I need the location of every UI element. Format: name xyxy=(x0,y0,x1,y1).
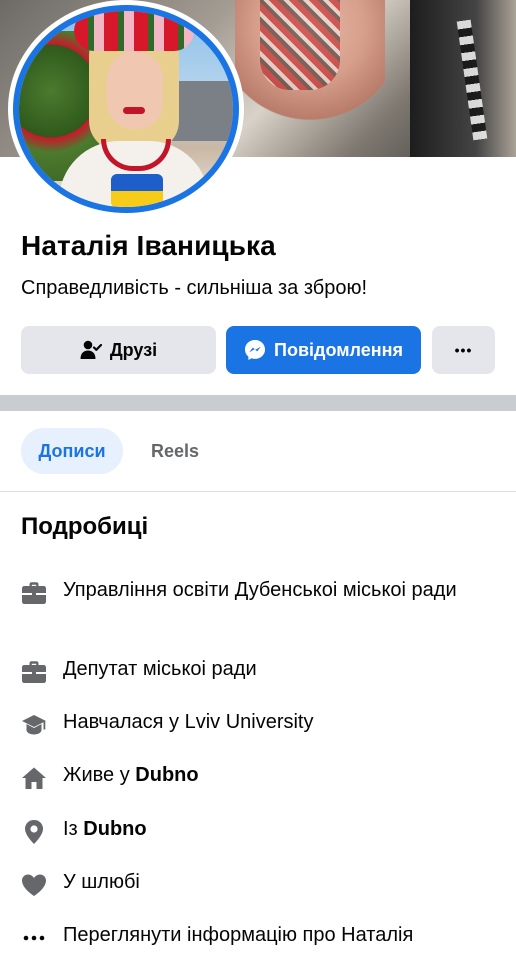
friends-button-label: Друзі xyxy=(109,339,158,360)
avatar-flower-wreath xyxy=(74,11,194,51)
details-heading: Подробиці xyxy=(21,513,149,540)
more-dots-icon xyxy=(21,925,47,951)
detail-row-lives-in[interactable]: Живе у Dubno xyxy=(21,762,501,791)
detail-text-prefix: Живе у xyxy=(63,764,136,786)
detail-row-work[interactable]: Депутат міськоі ради xyxy=(21,656,501,685)
detail-text: У шлюбі xyxy=(63,871,140,893)
tab-reels[interactable]: Reels xyxy=(132,428,218,474)
home-icon xyxy=(21,765,47,791)
more-dots-icon: ••• xyxy=(454,342,473,358)
message-button[interactable]: Повідомлення xyxy=(226,326,421,374)
avatar-face xyxy=(107,51,163,129)
ukraine-flag-icon xyxy=(111,174,163,207)
detail-text-place[interactable]: Dubno xyxy=(135,764,198,786)
friends-check-icon xyxy=(80,340,102,360)
profile-picture-ring xyxy=(8,0,244,218)
graduation-cap-icon xyxy=(21,712,47,738)
detail-row-relationship[interactable]: У шлюбі xyxy=(21,869,501,898)
briefcase-icon xyxy=(21,659,47,685)
briefcase-icon xyxy=(21,580,47,606)
message-button-label: Повідомлення xyxy=(274,339,403,360)
detail-text: Із Dubno xyxy=(63,816,147,843)
see-about-info-link[interactable]: Переглянути інформацію про Наталія xyxy=(21,922,501,951)
profile-picture[interactable] xyxy=(13,5,239,213)
profile-tabs: Дописи Reels xyxy=(0,411,516,491)
flag-yellow-stripe xyxy=(111,191,163,207)
flag-blue-stripe xyxy=(111,174,163,191)
detail-text: Управління освіти Дубенськоі міськоі рад… xyxy=(63,579,457,601)
profile-name: Наталія Іваницька xyxy=(21,230,276,261)
avatar-lips xyxy=(123,107,145,114)
location-pin-icon xyxy=(21,819,47,845)
detail-text: Навчалася у Lviv University xyxy=(63,711,314,733)
profile-bio: Справедливість - сильніша за зброю! xyxy=(21,277,368,299)
tab-posts[interactable]: Дописи xyxy=(21,428,123,474)
detail-text-prefix: Із xyxy=(63,818,84,840)
detail-text: Переглянути інформацію про Наталія xyxy=(63,924,414,946)
detail-row-from[interactable]: Із Dubno xyxy=(21,816,501,845)
detail-text-place[interactable]: Dubno xyxy=(83,818,146,840)
cover-photo-embroidery xyxy=(260,0,340,90)
messenger-icon xyxy=(244,339,266,361)
friends-button[interactable]: Друзі xyxy=(21,326,216,374)
detail-text: Депутат міськоі ради xyxy=(63,658,257,680)
more-options-button[interactable]: ••• xyxy=(432,326,495,374)
detail-row-work[interactable]: Управління освіти Дубенськоі міськоі рад… xyxy=(21,577,501,606)
section-divider xyxy=(0,395,516,411)
detail-text: Живе у Dubno xyxy=(63,762,199,789)
tabs-divider xyxy=(0,491,516,492)
heart-icon xyxy=(21,872,47,898)
detail-row-education[interactable]: Навчалася у Lviv University xyxy=(21,709,501,738)
